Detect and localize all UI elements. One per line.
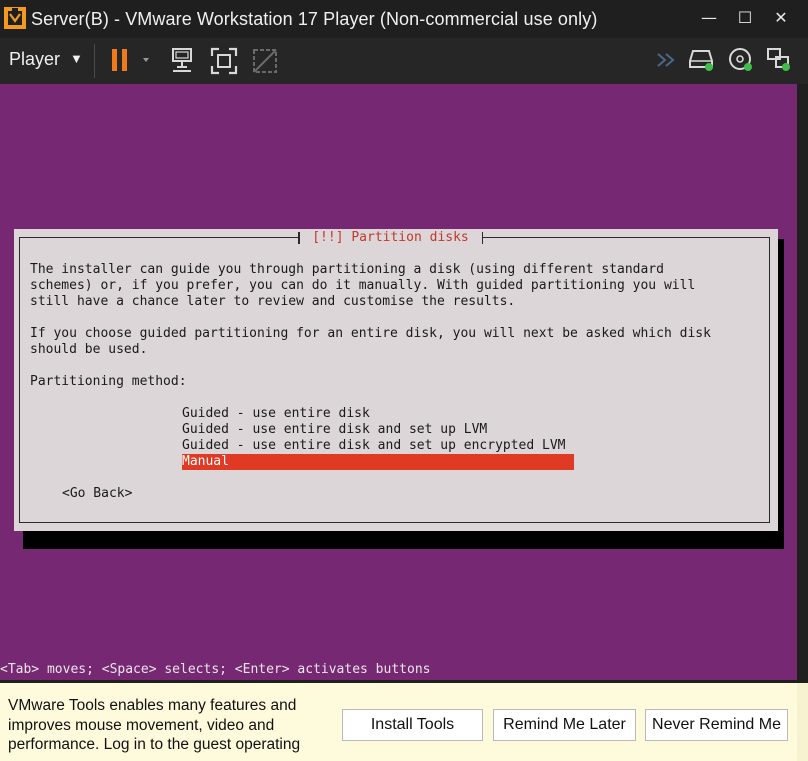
unity-mode-icon[interactable] <box>251 47 279 75</box>
intro-line-1: The installer can guide you through part… <box>30 262 664 277</box>
intro-line-3: still have a chance later to review and … <box>30 294 516 309</box>
send-ctrl-alt-del-icon[interactable] <box>170 47 196 75</box>
guided-info-line-1: If you choose guided partitioning for an… <box>30 326 711 341</box>
never-remind-me-button[interactable]: Never Remind Me <box>645 709 788 741</box>
player-menu[interactable]: Player ▼ <box>9 49 83 70</box>
notification-edge <box>797 683 808 761</box>
fullscreen-icon[interactable] <box>209 46 239 76</box>
option-guided-entire-disk[interactable]: Guided - use entire disk <box>182 406 370 422</box>
guided-info-line-2: should be used. <box>30 342 148 357</box>
option-guided-lvm[interactable]: Guided - use entire disk and set up LVM <box>182 422 487 438</box>
option-guided-encrypted-lvm[interactable]: Guided - use entire disk and set up encr… <box>182 438 566 454</box>
toolbar-divider <box>94 44 95 78</box>
option-manual[interactable]: Manual <box>182 454 574 470</box>
window-edge <box>797 84 808 680</box>
chevron-down-icon: ▼ <box>70 51 83 66</box>
close-button[interactable]: ✕ <box>768 6 794 30</box>
toolbar: Player ▼ <box>0 38 808 84</box>
remind-me-later-button[interactable]: Remind Me Later <box>493 709 636 741</box>
window-title: Server(B) - VMware Workstation 17 Player… <box>31 9 598 29</box>
install-tools-button[interactable]: Install Tools <box>342 709 483 741</box>
cd-dvd-icon[interactable] <box>727 46 755 74</box>
vmware-logo-icon <box>4 7 26 29</box>
notification-message: VMware Tools enables many features and i… <box>8 697 301 753</box>
pause-icon[interactable] <box>110 47 156 75</box>
title-bar: Server(B) - VMware Workstation 17 Player… <box>0 0 808 38</box>
player-menu-label: Player <box>9 49 61 69</box>
maximize-button[interactable]: ☐ <box>732 6 758 30</box>
minimize-button[interactable]: — <box>696 6 722 30</box>
keyboard-help-line: <Tab> moves; <Space> selects; <Enter> ac… <box>0 662 431 677</box>
intro-line-2: schemes) or, if you prefer, you can do i… <box>30 278 696 293</box>
partitioning-method-label: Partitioning method: <box>30 374 187 389</box>
partition-dialog: [!!] Partition disks The installer can g… <box>14 229 778 531</box>
dialog-title: [!!] Partition disks <box>298 229 483 246</box>
go-back-button[interactable]: <Go Back> <box>62 486 132 502</box>
fast-forward-icon[interactable] <box>656 51 680 69</box>
network-adapter-icon[interactable] <box>765 46 793 74</box>
hard-disk-icon[interactable] <box>688 47 716 73</box>
